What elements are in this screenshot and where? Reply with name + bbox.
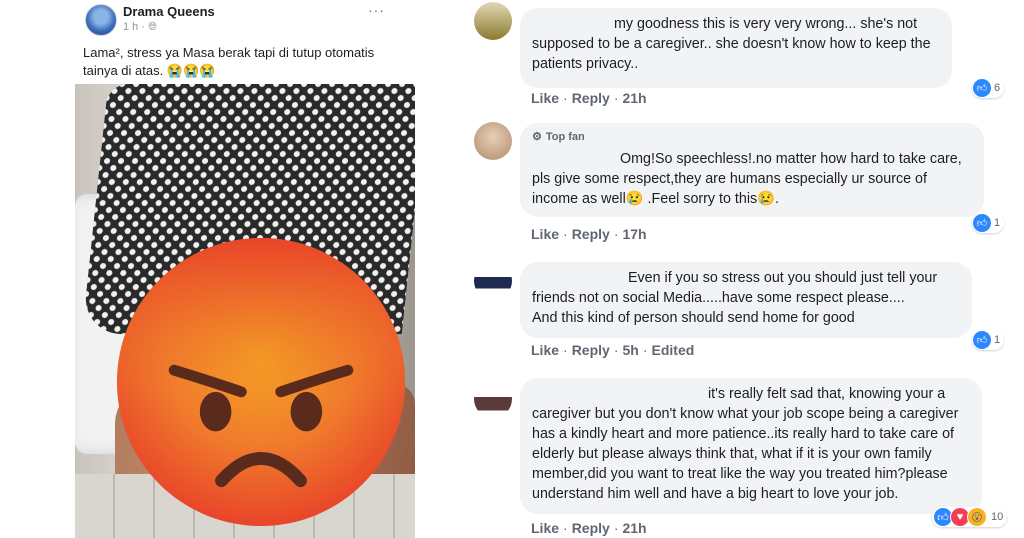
comment-text-line: pls give some respect,they are humans es… [532, 171, 927, 187]
like-link[interactable]: Like [531, 226, 559, 242]
comment-text-line: my goodness this is very very wrong... s… [532, 14, 940, 34]
comment-text-line: Even if you so stress out you should jus… [532, 268, 960, 288]
post-options-icon[interactable]: ··· [368, 2, 385, 18]
wow-face-icon: 😮︎ [967, 507, 987, 527]
post-time[interactable]: 1 h [123, 21, 138, 33]
thumbs-up-icon: 👍︎ [973, 214, 991, 232]
comment-text-line: elderly but please always think that, wh… [532, 446, 932, 462]
commenter-avatar[interactable] [474, 262, 512, 300]
comment-bubble: my goodness this is very very wrong... s… [520, 8, 952, 88]
reaction-count[interactable]: 👍︎ ♥ 😮︎ 10 [932, 507, 1008, 527]
commenter-avatar[interactable] [474, 380, 512, 418]
commenter-avatar[interactable] [474, 2, 512, 40]
comment-text-line: friends not on social Media.....have som… [532, 290, 905, 306]
page-avatar[interactable] [85, 4, 117, 36]
reply-link[interactable]: Reply [572, 90, 610, 106]
reply-link[interactable]: Reply [572, 342, 610, 358]
comment-text-line: member,did you want to treat like the wa… [532, 466, 948, 482]
comment-text-line: it's really felt sad that, knowing your … [532, 384, 970, 404]
comment-actions: Like · Reply · 21h [531, 90, 647, 106]
comment-text-line: And this kind of person should send home… [532, 310, 855, 326]
comment-time[interactable]: 17h [622, 226, 646, 242]
thumbs-up-icon: 👍︎ [973, 79, 991, 97]
reaction-count[interactable]: 👍︎ 6 [972, 78, 1005, 98]
comment-time[interactable]: 5h [622, 342, 638, 358]
edited-label: Edited [651, 342, 695, 358]
commenter-avatar[interactable] [474, 122, 512, 160]
like-link[interactable]: Like [531, 342, 559, 358]
comment-time[interactable]: 21h [622, 520, 646, 536]
comment-actions: Like · Reply · 21h [531, 520, 647, 536]
like-link[interactable]: Like [531, 520, 559, 536]
comment-text-line: supposed to be a caregiver.. she doesn't… [532, 36, 931, 52]
page-name[interactable]: Drama Queens [123, 4, 215, 19]
comment-time[interactable]: 21h [622, 90, 646, 106]
post-meta: 1 h · 🌐︎ [123, 21, 157, 34]
globe-icon: 🌐︎ [148, 21, 157, 33]
reply-link[interactable]: Reply [572, 226, 610, 242]
comment-text-line: understand him well and have a big heart… [532, 486, 899, 502]
angry-face-emoji-icon [116, 237, 406, 527]
comment-text-line: patients privacy.. [532, 56, 639, 72]
comment-text-line: has a kindly heart and more patience..it… [532, 426, 954, 442]
comment-text-line: caregiver but you don't know what your j… [532, 406, 959, 422]
comment-bubble: Even if you so stress out you should jus… [520, 262, 972, 338]
facebook-post: Drama Queens 1 h · 🌐︎ ··· Lama², stress … [75, 0, 415, 538]
reaction-count[interactable]: 👍︎ 1 [972, 213, 1005, 233]
reaction-count[interactable]: 👍︎ 1 [972, 330, 1005, 350]
post-photo[interactable] [75, 84, 415, 538]
comment-bubble: it's really felt sad that, knowing your … [520, 378, 982, 514]
comment-bubble: ⚙︎ Top fan Omg!So speechless!.no matter h… [520, 123, 984, 217]
top-fan-badge: ⚙︎ Top fan [532, 127, 972, 147]
comment-actions: Like · Reply · 17h [531, 226, 647, 242]
meta-separator: · [141, 21, 146, 33]
comment-text-line: Omg!So speechless!.no matter how hard to… [532, 149, 972, 169]
thumbs-up-icon: 👍︎ [973, 331, 991, 349]
top-fan-badge-icon: ⚙︎ [532, 131, 542, 143]
post-caption: Lama², stress ya Masa berak tapi di tutu… [83, 45, 375, 78]
comments-section: my goodness this is very very wrong... s… [460, 0, 1024, 538]
reply-link[interactable]: Reply [572, 520, 610, 536]
comment-text-line: income as well😢 .Feel sorry to this😢. [532, 191, 779, 207]
comment-actions: Like · Reply · 5h · Edited [531, 342, 695, 358]
like-link[interactable]: Like [531, 90, 559, 106]
